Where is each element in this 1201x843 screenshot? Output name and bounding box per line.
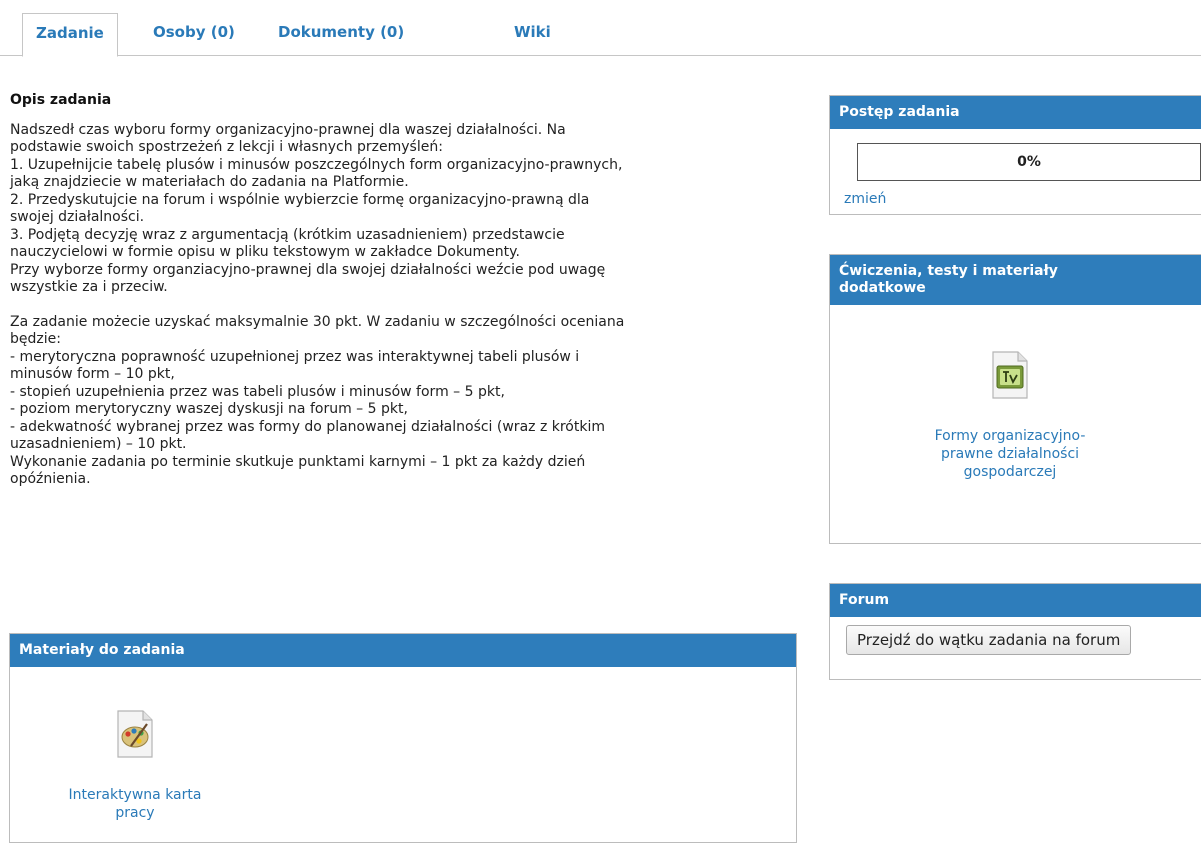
- materials-panel-title: Materiały do zadania: [10, 634, 796, 667]
- task-paragraph-2: Za zadanie możecie uzyskać maksymalnie 3…: [10, 313, 625, 488]
- materials-item[interactable]: Interaktywna karta pracy: [30, 692, 240, 822]
- task-heading: Opis zadania: [10, 92, 112, 108]
- forum-panel: Forum Przejdź do wątku zadania na forum: [829, 583, 1201, 680]
- forum-thread-button[interactable]: Przejdź do wątku zadania na forum: [846, 625, 1132, 655]
- forum-panel-title: Forum: [830, 584, 1201, 617]
- materials-item-label[interactable]: Interaktywna karta pracy: [69, 787, 202, 821]
- extras-panel-title: Ćwiczenia, testy i materiały dodatkowe: [830, 255, 1201, 305]
- progress-bar: 0%: [857, 143, 1201, 181]
- tab-dokumenty[interactable]: Dokumenty (0): [278, 13, 404, 57]
- palette-file-icon: [117, 710, 153, 758]
- task-paragraph-1: Nadszedł czas wyboru formy organizacyjno…: [10, 121, 623, 296]
- extras-item-label[interactable]: Formy organizacyjno- prawne działalności…: [935, 428, 1086, 480]
- extras-panel: Ćwiczenia, testy i materiały dodatkowe F…: [829, 254, 1201, 544]
- tab-bar: Zadanie Osoby (0) Dokumenty (0) Wiki: [0, 0, 1201, 57]
- progress-value: 0%: [1017, 154, 1041, 170]
- task-description: Opis zadania Nadszedł czas wyboru formy …: [10, 92, 800, 489]
- tab-wiki[interactable]: Wiki: [514, 13, 551, 57]
- progress-panel-title: Postęp zadania: [830, 96, 1201, 129]
- materials-panel: Materiały do zadania Interaktywna karta …: [9, 633, 797, 843]
- tab-osoby[interactable]: Osoby (0): [153, 13, 235, 57]
- tab-zadanie[interactable]: Zadanie: [22, 13, 118, 57]
- extras-item[interactable]: Formy organizacyjno- prawne działalności…: [890, 333, 1130, 481]
- flash-video-file-icon: [992, 351, 1028, 399]
- change-progress-link[interactable]: zmień: [844, 191, 886, 207]
- progress-panel: Postęp zadania 0% zmień: [829, 95, 1201, 215]
